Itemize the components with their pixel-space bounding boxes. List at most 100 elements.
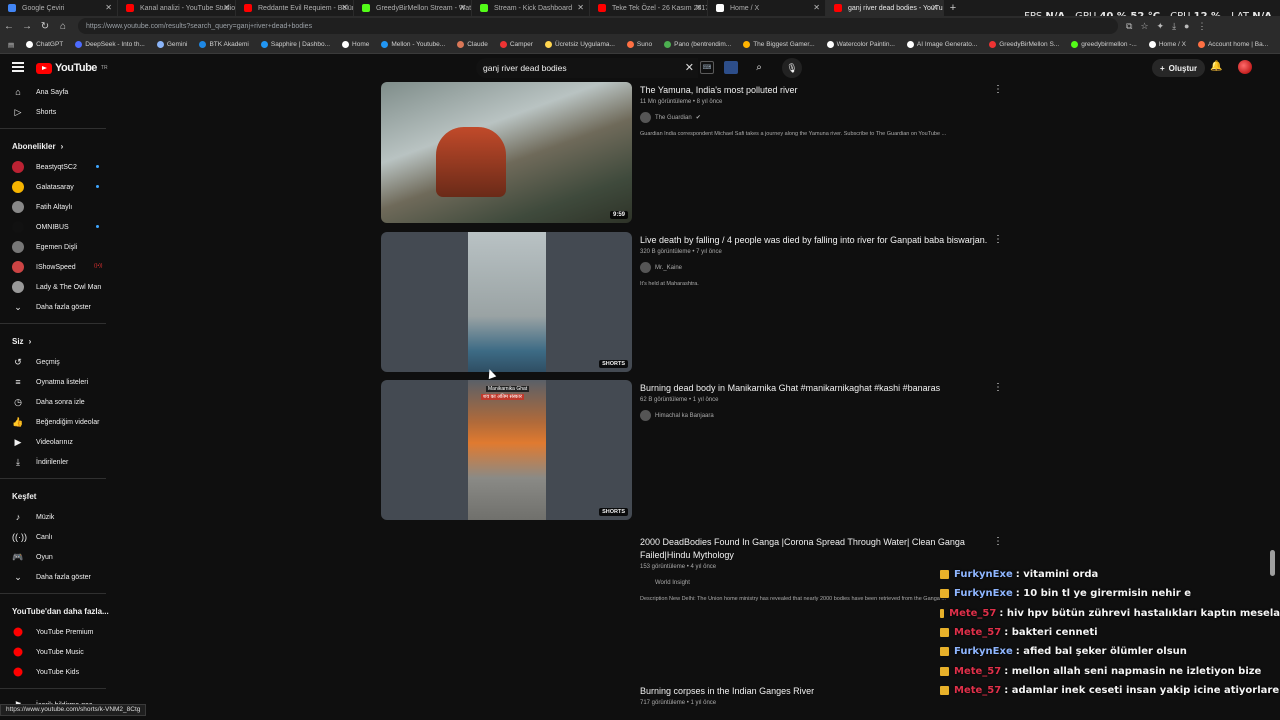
- bookmark-item[interactable]: Claude: [453, 41, 492, 48]
- forward-icon[interactable]: →: [18, 21, 36, 32]
- extension-search-icon[interactable]: [724, 61, 738, 74]
- sidebar-item[interactable]: ◷ Daha sonra izle: [0, 392, 118, 412]
- video-thumbnail[interactable]: SHORTS: [381, 232, 632, 372]
- browser-tab[interactable]: ganj river dead bodies - YouTube ✕: [826, 0, 944, 16]
- bookmark-item[interactable]: Ücretsiz Uygulama...: [541, 41, 619, 48]
- bookmark-item[interactable]: Mellon - Youtube...: [377, 41, 449, 48]
- search-button[interactable]: ⌕: [748, 58, 770, 78]
- bookmark-item[interactable]: The Biggest Gamer...: [739, 41, 818, 48]
- bookmark-item[interactable]: Suno: [623, 41, 656, 48]
- bookmark-item[interactable]: ChatGPT: [22, 41, 67, 48]
- video-title[interactable]: The Yamuna, India's most polluted river: [640, 84, 990, 97]
- voice-search-icon[interactable]: 🎙: [782, 58, 802, 78]
- video-title[interactable]: Live death by falling / 4 people was die…: [640, 234, 990, 247]
- channel-link[interactable]: The Guardian ✔: [640, 112, 990, 123]
- video-title[interactable]: Burning dead body in Manikarnika Ghat #m…: [640, 382, 990, 395]
- bookmark-item[interactable]: Home / X: [1145, 41, 1190, 48]
- back-icon[interactable]: ←: [0, 21, 18, 32]
- bookmark-item[interactable]: DeepSeek - Into th...: [71, 41, 149, 48]
- tab-close-icon[interactable]: ✕: [577, 3, 584, 12]
- search-input[interactable]: ganj river dead bodies ✕: [476, 58, 698, 78]
- channel-link[interactable]: Mr._Kaine: [640, 262, 990, 273]
- video-title[interactable]: 2000 DeadBodies Found In Ganga |Corona S…: [640, 536, 990, 562]
- bookmark-item[interactable]: GreedyBirMellon S...: [985, 41, 1063, 48]
- youtube-logo[interactable]: YouTube TR: [36, 62, 108, 74]
- bookmark-item[interactable]: greedybirmellon -...: [1067, 41, 1141, 48]
- sidebar-item[interactable]: ⌄ Daha fazla göster: [0, 567, 118, 587]
- bookmark-item[interactable]: Watercolor Paintin...: [823, 41, 899, 48]
- tab-close-icon[interactable]: ✕: [813, 3, 820, 12]
- hamburger-menu-icon[interactable]: [12, 62, 24, 72]
- sidebar-item[interactable]: ⌂ Ana Sayfa: [0, 82, 118, 102]
- bookmark-item[interactable]: AI Image Generato...: [903, 41, 981, 48]
- subscriptions-header[interactable]: Abonelikler ›: [0, 135, 118, 157]
- browser-tab[interactable]: Teke Tek Özel - 26 Kasım 2017 "Cu✕: [590, 0, 708, 16]
- video-thumbnail[interactable]: 9:59: [381, 82, 632, 223]
- bookmark-star-icon[interactable]: ☆: [1140, 21, 1148, 32]
- bookmarks-apps-icon[interactable]: ▤: [4, 41, 18, 49]
- channel-link[interactable]: World Insight: [640, 577, 990, 588]
- you-header[interactable]: Siz ›: [0, 330, 118, 352]
- translate-icon[interactable]: ⧉: [1126, 21, 1132, 32]
- browser-tab[interactable]: Google Çeviri ✕: [0, 0, 118, 16]
- url-input[interactable]: https://www.youtube.com/results?search_q…: [78, 18, 1118, 34]
- sidebar-item[interactable]: ⌄ Daha fazla göster: [0, 297, 118, 317]
- notifications-bell-icon[interactable]: 🔔: [1210, 61, 1222, 72]
- profile-icon[interactable]: ●: [1184, 21, 1189, 32]
- keyboard-icon[interactable]: ⌨: [700, 61, 714, 74]
- sidebar-item[interactable]: YouTube Kids: [0, 662, 118, 682]
- avatar[interactable]: [1238, 60, 1252, 74]
- sidebar-item[interactable]: ↺ Geçmiş: [0, 352, 118, 372]
- sidebar-item[interactable]: ≡ Oynatma listeleri: [0, 372, 118, 392]
- browser-tab[interactable]: Stream - Kick Dashboard ✕: [472, 0, 590, 16]
- home-icon[interactable]: ⌂: [54, 21, 72, 32]
- video-title[interactable]: Burning corpses in the Indian Ganges Riv…: [640, 685, 990, 698]
- browser-tab[interactable]: Home / X ✕: [708, 0, 826, 16]
- explore-header[interactable]: Keşfet: [0, 485, 118, 507]
- browser-tab[interactable]: Reddante Evil Requiem - Bölüm 4 ✕: [236, 0, 354, 16]
- sidebar-item[interactable]: YouTube Premium: [0, 622, 118, 642]
- bookmark-item[interactable]: Camper: [496, 41, 537, 48]
- menu-icon[interactable]: ⋮: [1197, 21, 1206, 32]
- more-actions-icon[interactable]: ⋮: [993, 536, 1003, 547]
- tab-close-icon[interactable]: ✕: [341, 3, 348, 12]
- sidebar-item[interactable]: ((·)) Canlı: [0, 527, 118, 547]
- sidebar-item-subscription[interactable]: OMNIBUS: [0, 217, 118, 237]
- sidebar-item-subscription[interactable]: Fatih Altaylı: [0, 197, 118, 217]
- tab-close-icon[interactable]: ✕: [223, 3, 230, 12]
- more-from-youtube-header[interactable]: YouTube'dan daha fazla...: [0, 600, 118, 622]
- sidebar-item[interactable]: ▷ Shorts: [0, 102, 118, 122]
- download-icon[interactable]: ⤓: [1172, 21, 1176, 32]
- more-actions-icon[interactable]: ⋮: [993, 234, 1003, 245]
- tab-close-icon[interactable]: ✕: [105, 3, 112, 12]
- reload-icon[interactable]: ↻: [36, 21, 54, 32]
- sidebar-item-subscription[interactable]: Lady & The Owl Man: [0, 277, 118, 297]
- bookmark-item[interactable]: Gemini: [153, 41, 192, 48]
- create-button[interactable]: + Oluştur: [1152, 59, 1206, 77]
- tab-close-icon[interactable]: ✕: [695, 3, 702, 12]
- scrollbar[interactable]: [1270, 550, 1275, 576]
- video-thumbnail[interactable]: Manikarnika Ghat शव का अंतिम संस्कार SHORT…: [381, 380, 632, 520]
- more-actions-icon[interactable]: ⋮: [993, 84, 1003, 95]
- sidebar-item[interactable]: ♪ Müzik: [0, 507, 118, 527]
- browser-tab[interactable]: GreedyBirMellon Stream - Watch ✕: [354, 0, 472, 16]
- sidebar-item-subscription[interactable]: BeastyqtSC2: [0, 157, 118, 177]
- sidebar-item[interactable]: 🎮 Oyun: [0, 547, 118, 567]
- bookmark-item[interactable]: Account home | Ba...: [1194, 41, 1272, 48]
- sidebar-item[interactable]: 👍 Beğendiğim videolar: [0, 412, 118, 432]
- bookmark-item[interactable]: Pano (bentrendim...: [660, 41, 735, 48]
- clear-search-icon[interactable]: ✕: [685, 61, 694, 74]
- new-tab-button[interactable]: +: [944, 2, 962, 14]
- extensions-icon[interactable]: ✦: [1157, 21, 1165, 32]
- channel-link[interactable]: Himachal ka Banjaara: [640, 410, 990, 421]
- sidebar-item-subscription[interactable]: Galatasaray: [0, 177, 118, 197]
- tab-close-icon[interactable]: ✕: [459, 3, 466, 12]
- browser-tab[interactable]: Kanal analizi - YouTube Studio ✕: [118, 0, 236, 16]
- bookmark-item[interactable]: Sapphire | Dashbo...: [257, 41, 334, 48]
- tab-close-icon[interactable]: ✕: [931, 3, 938, 12]
- bookmark-item[interactable]: BTK Akademi: [195, 41, 252, 48]
- sidebar-item-subscription[interactable]: Egemen Dişli: [0, 237, 118, 257]
- sidebar-item[interactable]: ⤓ İndirilenler: [0, 452, 118, 472]
- more-actions-icon[interactable]: ⋮: [993, 382, 1003, 393]
- sidebar-item[interactable]: YouTube Music: [0, 642, 118, 662]
